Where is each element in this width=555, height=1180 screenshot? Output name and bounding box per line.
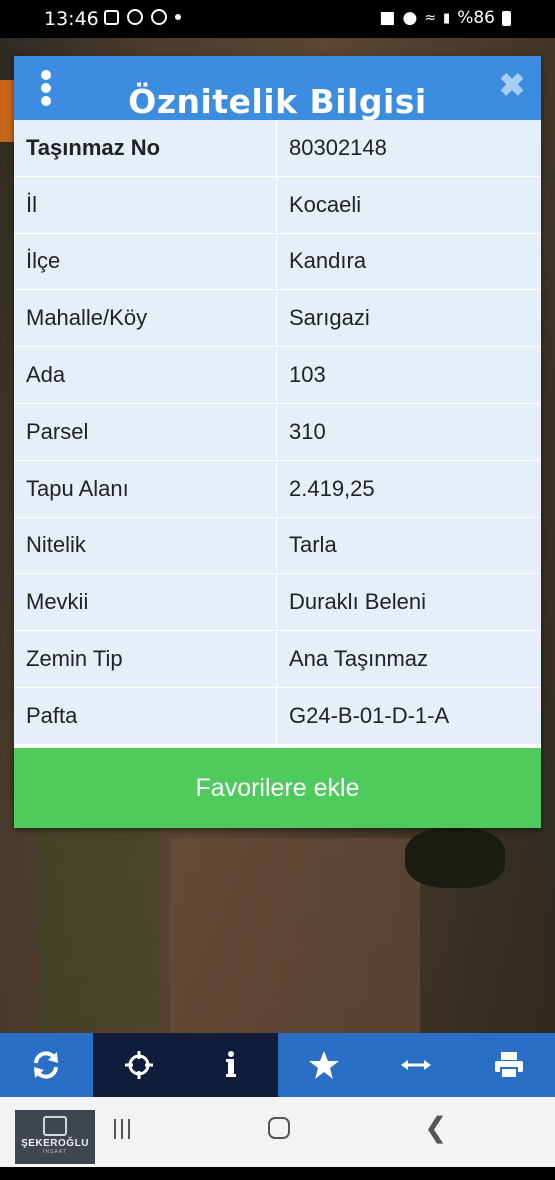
- attribute-row: İlçe Kandıra: [14, 233, 541, 291]
- crosshair-icon: [124, 1051, 153, 1079]
- attribute-row: Mevkii Duraklı Beleni: [14, 574, 541, 632]
- attribute-row: Tapu Alanı 2.419,25: [14, 460, 541, 518]
- attribute-value: G24-B-01-D-1-A: [289, 702, 450, 728]
- measure-icon: [401, 1060, 432, 1070]
- print-icon: [494, 1052, 523, 1079]
- map-marker-strip: [0, 80, 14, 142]
- dialog-title: Öznitelik Bilgisi: [128, 82, 427, 121]
- battery-icon: [502, 10, 511, 26]
- attribute-value: 80302148: [289, 134, 387, 160]
- dot-icon: [175, 14, 181, 20]
- signal-icon: ▮: [443, 10, 451, 26]
- logo-sub: İNŞAAT: [43, 1149, 67, 1155]
- attribute-key: Ada: [14, 347, 277, 403]
- status-time: 13:46: [44, 8, 99, 30]
- bottom-strip: [0, 1167, 555, 1180]
- attribute-value: 310: [289, 418, 326, 444]
- attribute-key: Nitelik: [14, 517, 277, 574]
- attribute-key: Parsel: [14, 403, 277, 460]
- attribute-row: Taşınmaz No 80302148: [14, 120, 541, 177]
- map-field: [40, 828, 160, 1028]
- attribute-row: İl Kocaeli: [14, 176, 541, 234]
- dialog-header: Öznitelik Bilgisi ✖: [14, 56, 541, 121]
- map-field: [170, 838, 420, 1038]
- attribute-table: Taşınmaz No 80302148 İl Kocaeli İlçe Kandıra M…: [14, 120, 541, 745]
- attribute-value: Kandıra: [289, 248, 367, 274]
- attribute-value: Tarla: [289, 532, 337, 558]
- attribute-key: Mevkii: [14, 574, 277, 631]
- attribute-key: İlçe: [14, 233, 277, 290]
- attribute-dialog: Öznitelik Bilgisi ✖ Taşınmaz No 80302148 İ…: [14, 56, 541, 828]
- wifi-icon: ≈: [424, 10, 437, 26]
- print-button[interactable]: [463, 1033, 555, 1097]
- info-button[interactable]: [185, 1033, 278, 1097]
- chrome-icon: [127, 9, 143, 25]
- info-icon: [226, 1051, 237, 1077]
- building-icon: [43, 1116, 67, 1136]
- brand-logo: ŞEKEROĞLU İNŞAAT: [15, 1110, 95, 1164]
- attribute-key: Zemin Tip: [14, 631, 277, 687]
- star-icon: [308, 1051, 339, 1079]
- measure-button[interactable]: [370, 1033, 463, 1097]
- favorites-button[interactable]: [278, 1033, 371, 1097]
- location-icon: ●: [402, 8, 418, 28]
- attribute-row: Mahalle/Köy Sarıgazi: [14, 290, 541, 348]
- attribute-value: 103: [289, 362, 326, 388]
- map-toolbar: [0, 1033, 555, 1097]
- lock-icon: ■: [379, 8, 396, 28]
- attribute-value: Kocaeli: [289, 191, 362, 217]
- battery-text: %86: [457, 8, 495, 28]
- close-icon[interactable]: ✖: [497, 69, 527, 101]
- add-favorites-button[interactable]: Favorilere ekle: [14, 748, 541, 828]
- status-bar: 13:46 ■ ● ≈ ▮ %86: [0, 0, 555, 38]
- refresh-icon: [34, 1051, 59, 1079]
- attribute-row: Parsel 310: [14, 403, 541, 461]
- logo-name: ŞEKEROĞLU: [21, 1138, 89, 1149]
- attribute-value: Sarıgazi: [289, 305, 370, 331]
- gallery-icon: [104, 9, 119, 25]
- attribute-value: 2.419,25: [289, 475, 375, 501]
- refresh-button[interactable]: [0, 1033, 93, 1097]
- attribute-key: Mahalle/Köy: [14, 290, 277, 347]
- attribute-row: Ada 103: [14, 347, 541, 404]
- locate-button[interactable]: [92, 1033, 185, 1097]
- attribute-key: Tapu Alanı: [14, 460, 277, 517]
- attribute-row: Zemin Tip Ana Taşınmaz: [14, 631, 541, 688]
- recent-apps-button[interactable]: [114, 1119, 136, 1139]
- home-button[interactable]: [268, 1117, 290, 1139]
- attribute-key: Pafta: [14, 687, 277, 744]
- back-button[interactable]: ❮: [424, 1111, 447, 1144]
- attribute-value: Duraklı Beleni: [289, 589, 426, 615]
- attribute-row: Pafta G24-B-01-D-1-A: [14, 687, 541, 745]
- attribute-value: Ana Taşınmaz: [289, 646, 429, 672]
- attribute-row: Nitelik Tarla: [14, 517, 541, 575]
- chrome-icon: [151, 9, 167, 25]
- attribute-key: Taşınmaz No: [14, 120, 277, 176]
- map-tree: [405, 828, 505, 888]
- attribute-key: İl: [14, 176, 277, 233]
